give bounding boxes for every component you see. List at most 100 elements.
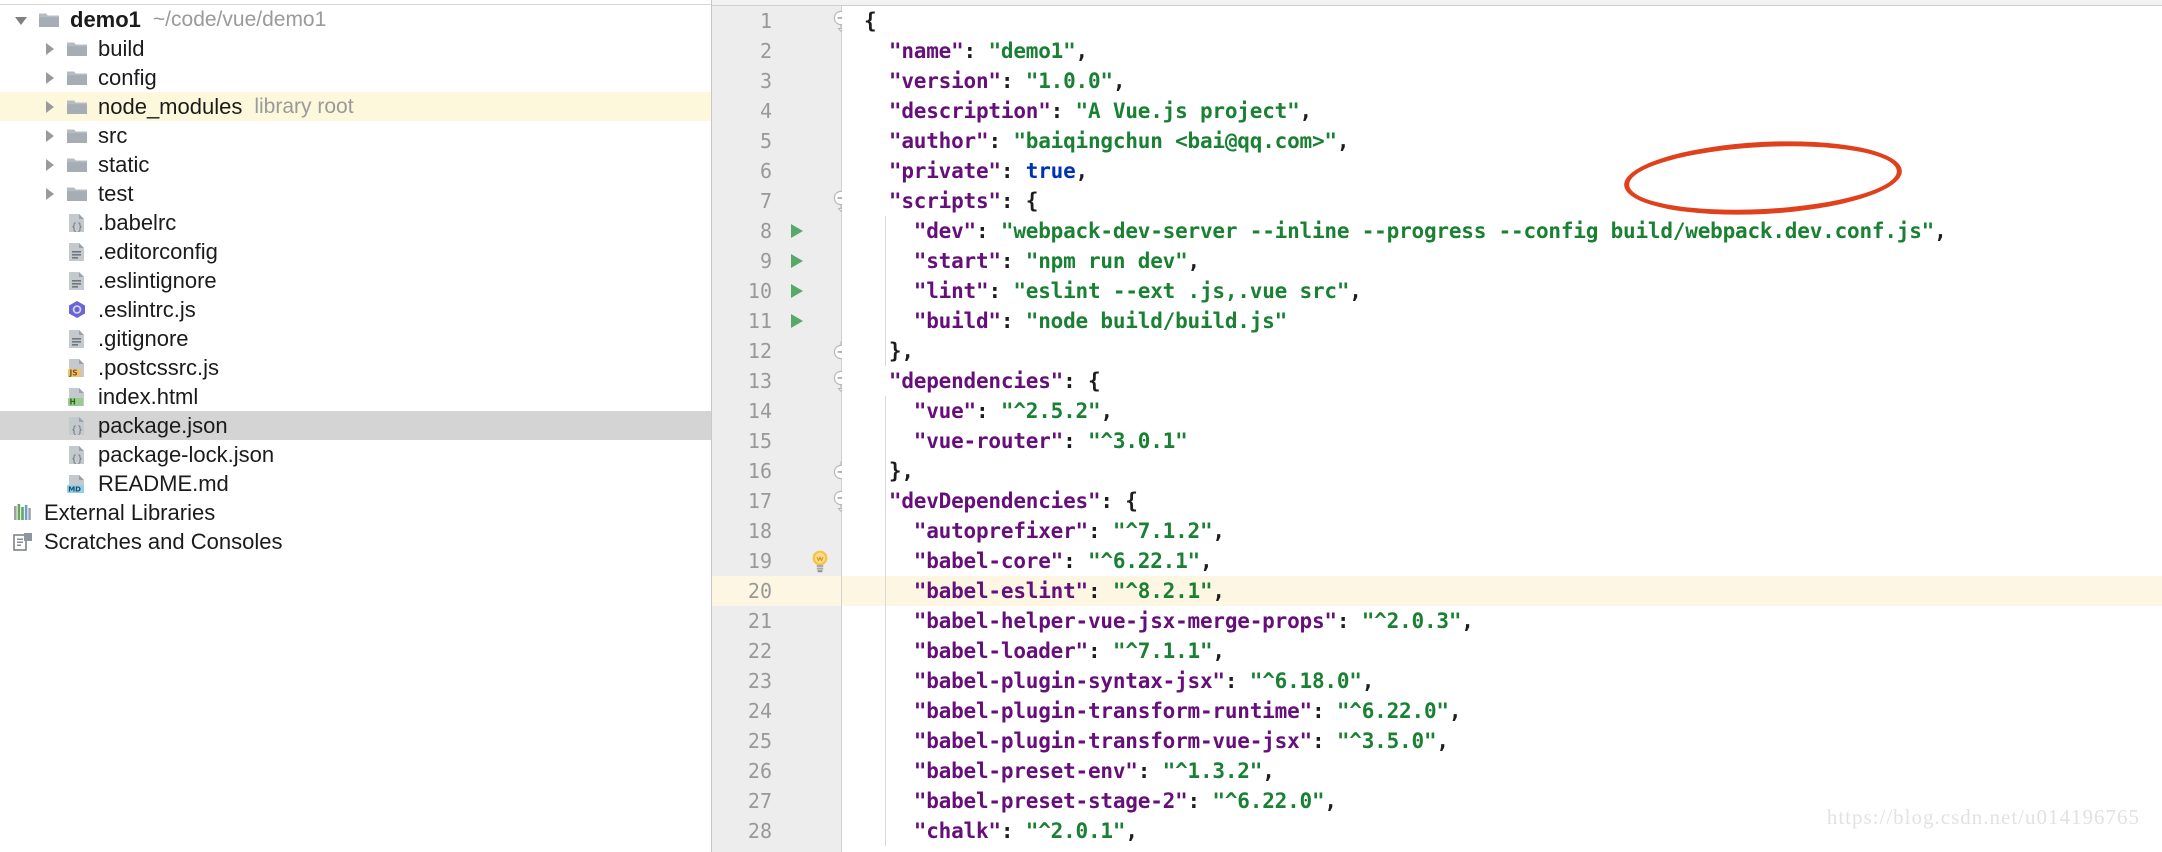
code-line[interactable]: "babel-loader": "^7.1.1", xyxy=(842,636,2162,666)
code-line[interactable]: "vue": "^2.5.2", xyxy=(842,396,2162,426)
code-line[interactable]: "vue-router": "^3.0.1" xyxy=(842,426,2162,456)
code-area[interactable]: { "name": "demo1", "version": "1.0.0", "… xyxy=(842,6,2162,852)
gutter-row[interactable]: 24 xyxy=(712,696,841,726)
code-line[interactable]: "babel-helper-vue-jsx-merge-props": "^2.… xyxy=(842,606,2162,636)
tree-row[interactable]: .eslintignore xyxy=(0,266,711,295)
code-line[interactable]: "babel-plugin-syntax-jsx": "^6.18.0", xyxy=(842,666,2162,696)
code-line[interactable]: "dev": "webpack-dev-server --inline --pr… xyxy=(842,216,2162,246)
tree-row[interactable]: .eslintrc.js xyxy=(0,295,711,324)
tree-row[interactable]: {} package-lock.json xyxy=(0,440,711,469)
gutter-row[interactable]: 18 xyxy=(712,516,841,546)
gutter-row[interactable]: 21 xyxy=(712,606,841,636)
code-line[interactable]: "author": "baiqingchun <bai@qq.com>", xyxy=(842,126,2162,156)
intention-bulb-icon[interactable] xyxy=(808,549,832,575)
code-line[interactable]: "autoprefixer": "^7.1.2", xyxy=(842,516,2162,546)
code-line[interactable]: "lint": "eslint --ext .js,.vue src", xyxy=(842,276,2162,306)
run-script-icon[interactable] xyxy=(784,222,810,240)
tree-row-project-root[interactable]: demo1 ~/code/vue/demo1 xyxy=(0,5,711,34)
code-line[interactable]: "private": true, xyxy=(842,156,2162,186)
gutter-row[interactable]: 5 xyxy=(712,126,841,156)
tree-row[interactable]: MD README.md xyxy=(0,469,711,498)
code-token: "^7.1.1" xyxy=(1112,639,1213,663)
code-line[interactable]: "devDependencies": { xyxy=(842,486,2162,516)
code-line[interactable]: "description": "A Vue.js project", xyxy=(842,96,2162,126)
code-token: , xyxy=(1212,519,1225,543)
tree-row[interactable]: {} package.json xyxy=(0,411,711,440)
code-token: , xyxy=(1324,789,1337,813)
gutter-row[interactable]: 14 xyxy=(712,396,841,426)
gutter-row[interactable]: 27 xyxy=(712,786,841,816)
folder-icon xyxy=(62,121,92,150)
gutter-row[interactable]: 13 xyxy=(712,366,849,396)
gutter-row[interactable]: 19 xyxy=(712,546,841,576)
chevron-down-icon[interactable] xyxy=(8,5,34,34)
project-tree-pane[interactable]: demo1 ~/code/vue/demo1 build config node_mo… xyxy=(0,0,712,852)
tree-row[interactable]: .gitignore xyxy=(0,324,711,353)
chevron-right-icon[interactable] xyxy=(36,179,62,208)
code-line[interactable]: "name": "demo1", xyxy=(842,36,2162,66)
code-token: "^6.22.1" xyxy=(1087,549,1200,573)
gutter-row[interactable]: 6 xyxy=(712,156,841,186)
tree-item-label: .babelrc xyxy=(98,210,177,235)
gutter-row[interactable]: 12 xyxy=(712,336,849,366)
tree-row[interactable]: .editorconfig xyxy=(0,237,711,266)
gutter-row[interactable]: 16 xyxy=(712,456,849,486)
tree-row[interactable]: Hindex.html xyxy=(0,382,711,411)
chevron-right-icon[interactable] xyxy=(36,150,62,179)
code-line[interactable]: { xyxy=(842,6,2162,36)
tree-row[interactable]: src xyxy=(0,121,711,150)
code-line[interactable]: "babel-preset-env": "^1.3.2", xyxy=(842,756,2162,786)
code-line[interactable]: "scripts": { xyxy=(842,186,2162,216)
gutter-row[interactable]: 8 xyxy=(712,216,841,246)
tree-row[interactable]: config xyxy=(0,63,711,92)
chevron-right-icon[interactable] xyxy=(36,121,62,150)
tree-row[interactable]: test xyxy=(0,179,711,208)
gutter-row[interactable]: 15 xyxy=(712,426,841,456)
editor-pane[interactable]: 1 2 3 4 5 6 7 8 9 10 11 12 13 14 15 16 17 18 19 20 21 22 23 24 2… xyxy=(712,0,2162,852)
line-number: 18 xyxy=(747,519,772,543)
code-line[interactable]: "dependencies": { xyxy=(842,366,2162,396)
tree-row[interactable]: {} .babelrc xyxy=(0,208,711,237)
gutter-row[interactable]: 25 xyxy=(712,726,841,756)
gutter-row[interactable]: 9 xyxy=(712,246,841,276)
code-line[interactable]: "build": "node build/build.js" xyxy=(842,306,2162,336)
gutter-row[interactable]: 26 xyxy=(712,756,841,786)
chevron-right-icon[interactable] xyxy=(36,63,62,92)
gutter-row[interactable]: 1 xyxy=(712,6,849,36)
editor-gutter[interactable]: 1 2 3 4 5 6 7 8 9 10 11 12 13 14 15 16 17 18 19 20 21 22 23 24 2… xyxy=(712,6,849,852)
code-line[interactable]: "babel-eslint": "^8.2.1", xyxy=(842,576,2162,606)
code-line[interactable]: }, xyxy=(842,456,2162,486)
tree-row[interactable]: node_modules library root xyxy=(0,92,711,121)
code-line[interactable]: "version": "1.0.0", xyxy=(842,66,2162,96)
code-token: "^6.22.0" xyxy=(1212,789,1325,813)
gutter-row[interactable]: 20 xyxy=(712,576,841,606)
code-line[interactable]: "start": "npm run dev", xyxy=(842,246,2162,276)
tree-row[interactable]: Scratches and Consoles xyxy=(0,527,711,556)
tree-row[interactable]: JS .postcssrc.js xyxy=(0,353,711,382)
run-script-icon[interactable] xyxy=(784,282,810,300)
chevron-right-icon[interactable] xyxy=(36,92,62,121)
gutter-row[interactable]: 2 xyxy=(712,36,841,66)
gutter-row[interactable]: 10 xyxy=(712,276,841,306)
gutter-row[interactable]: 3 xyxy=(712,66,841,96)
gutter-row[interactable]: 28 xyxy=(712,816,841,846)
code-line[interactable]: "babel-plugin-transform-vue-jsx": "^3.5.… xyxy=(842,726,2162,756)
gutter-row[interactable]: 7 xyxy=(712,186,849,216)
code-line[interactable]: "babel-core": "^6.22.1", xyxy=(842,546,2162,576)
tree-row[interactable]: External Libraries xyxy=(0,498,711,527)
run-script-icon[interactable] xyxy=(784,312,810,330)
tree-row[interactable]: static xyxy=(0,150,711,179)
chevron-right-icon[interactable] xyxy=(36,34,62,63)
gutter-row[interactable]: 17 xyxy=(712,486,849,516)
gutter-row[interactable]: 23 xyxy=(712,666,841,696)
gutter-row[interactable]: 11 xyxy=(712,306,841,336)
run-script-icon[interactable] xyxy=(784,252,810,270)
code-line[interactable]: "babel-plugin-transform-runtime": "^6.22… xyxy=(842,696,2162,726)
code-line[interactable]: }, xyxy=(842,336,2162,366)
tree-row[interactable]: build xyxy=(0,34,711,63)
gutter-row[interactable]: 4 xyxy=(712,96,841,126)
gutter-row[interactable]: 22 xyxy=(712,636,841,666)
